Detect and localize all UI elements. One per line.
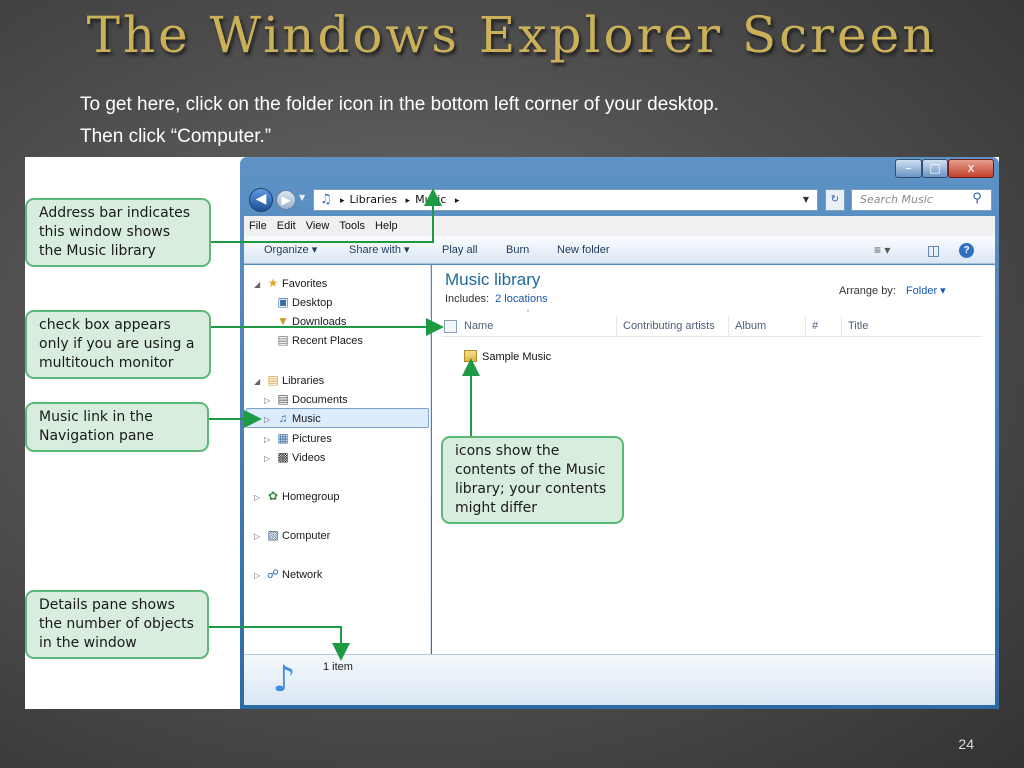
intro-line-1: To get here, click on the folder icon in… [80,94,719,115]
callout-details-pane: Details pane shows the number of objects… [25,590,209,659]
slide-title: The Windows Explorer Screen [86,6,938,64]
slide-number: 24 [958,736,974,752]
explorer-figure: – □ x ◀ ▶ ▼ ♫ ▸ Libraries ▸ Music ▸ ▼ ↻ Se… [25,157,999,709]
address-bar-arrow [209,188,442,243]
details-pane-arrow [209,626,350,661]
callout-address-bar: Address bar indicates this window shows … [25,198,211,267]
intro-line-2: Then click “Computer.” [80,126,272,147]
callout-icons: icons show the contents of the Music lib… [441,436,624,524]
callout-music-link: Music link in the Navigation pane [25,402,209,452]
callout-check-box: check box appears only if you are using … [25,310,211,379]
